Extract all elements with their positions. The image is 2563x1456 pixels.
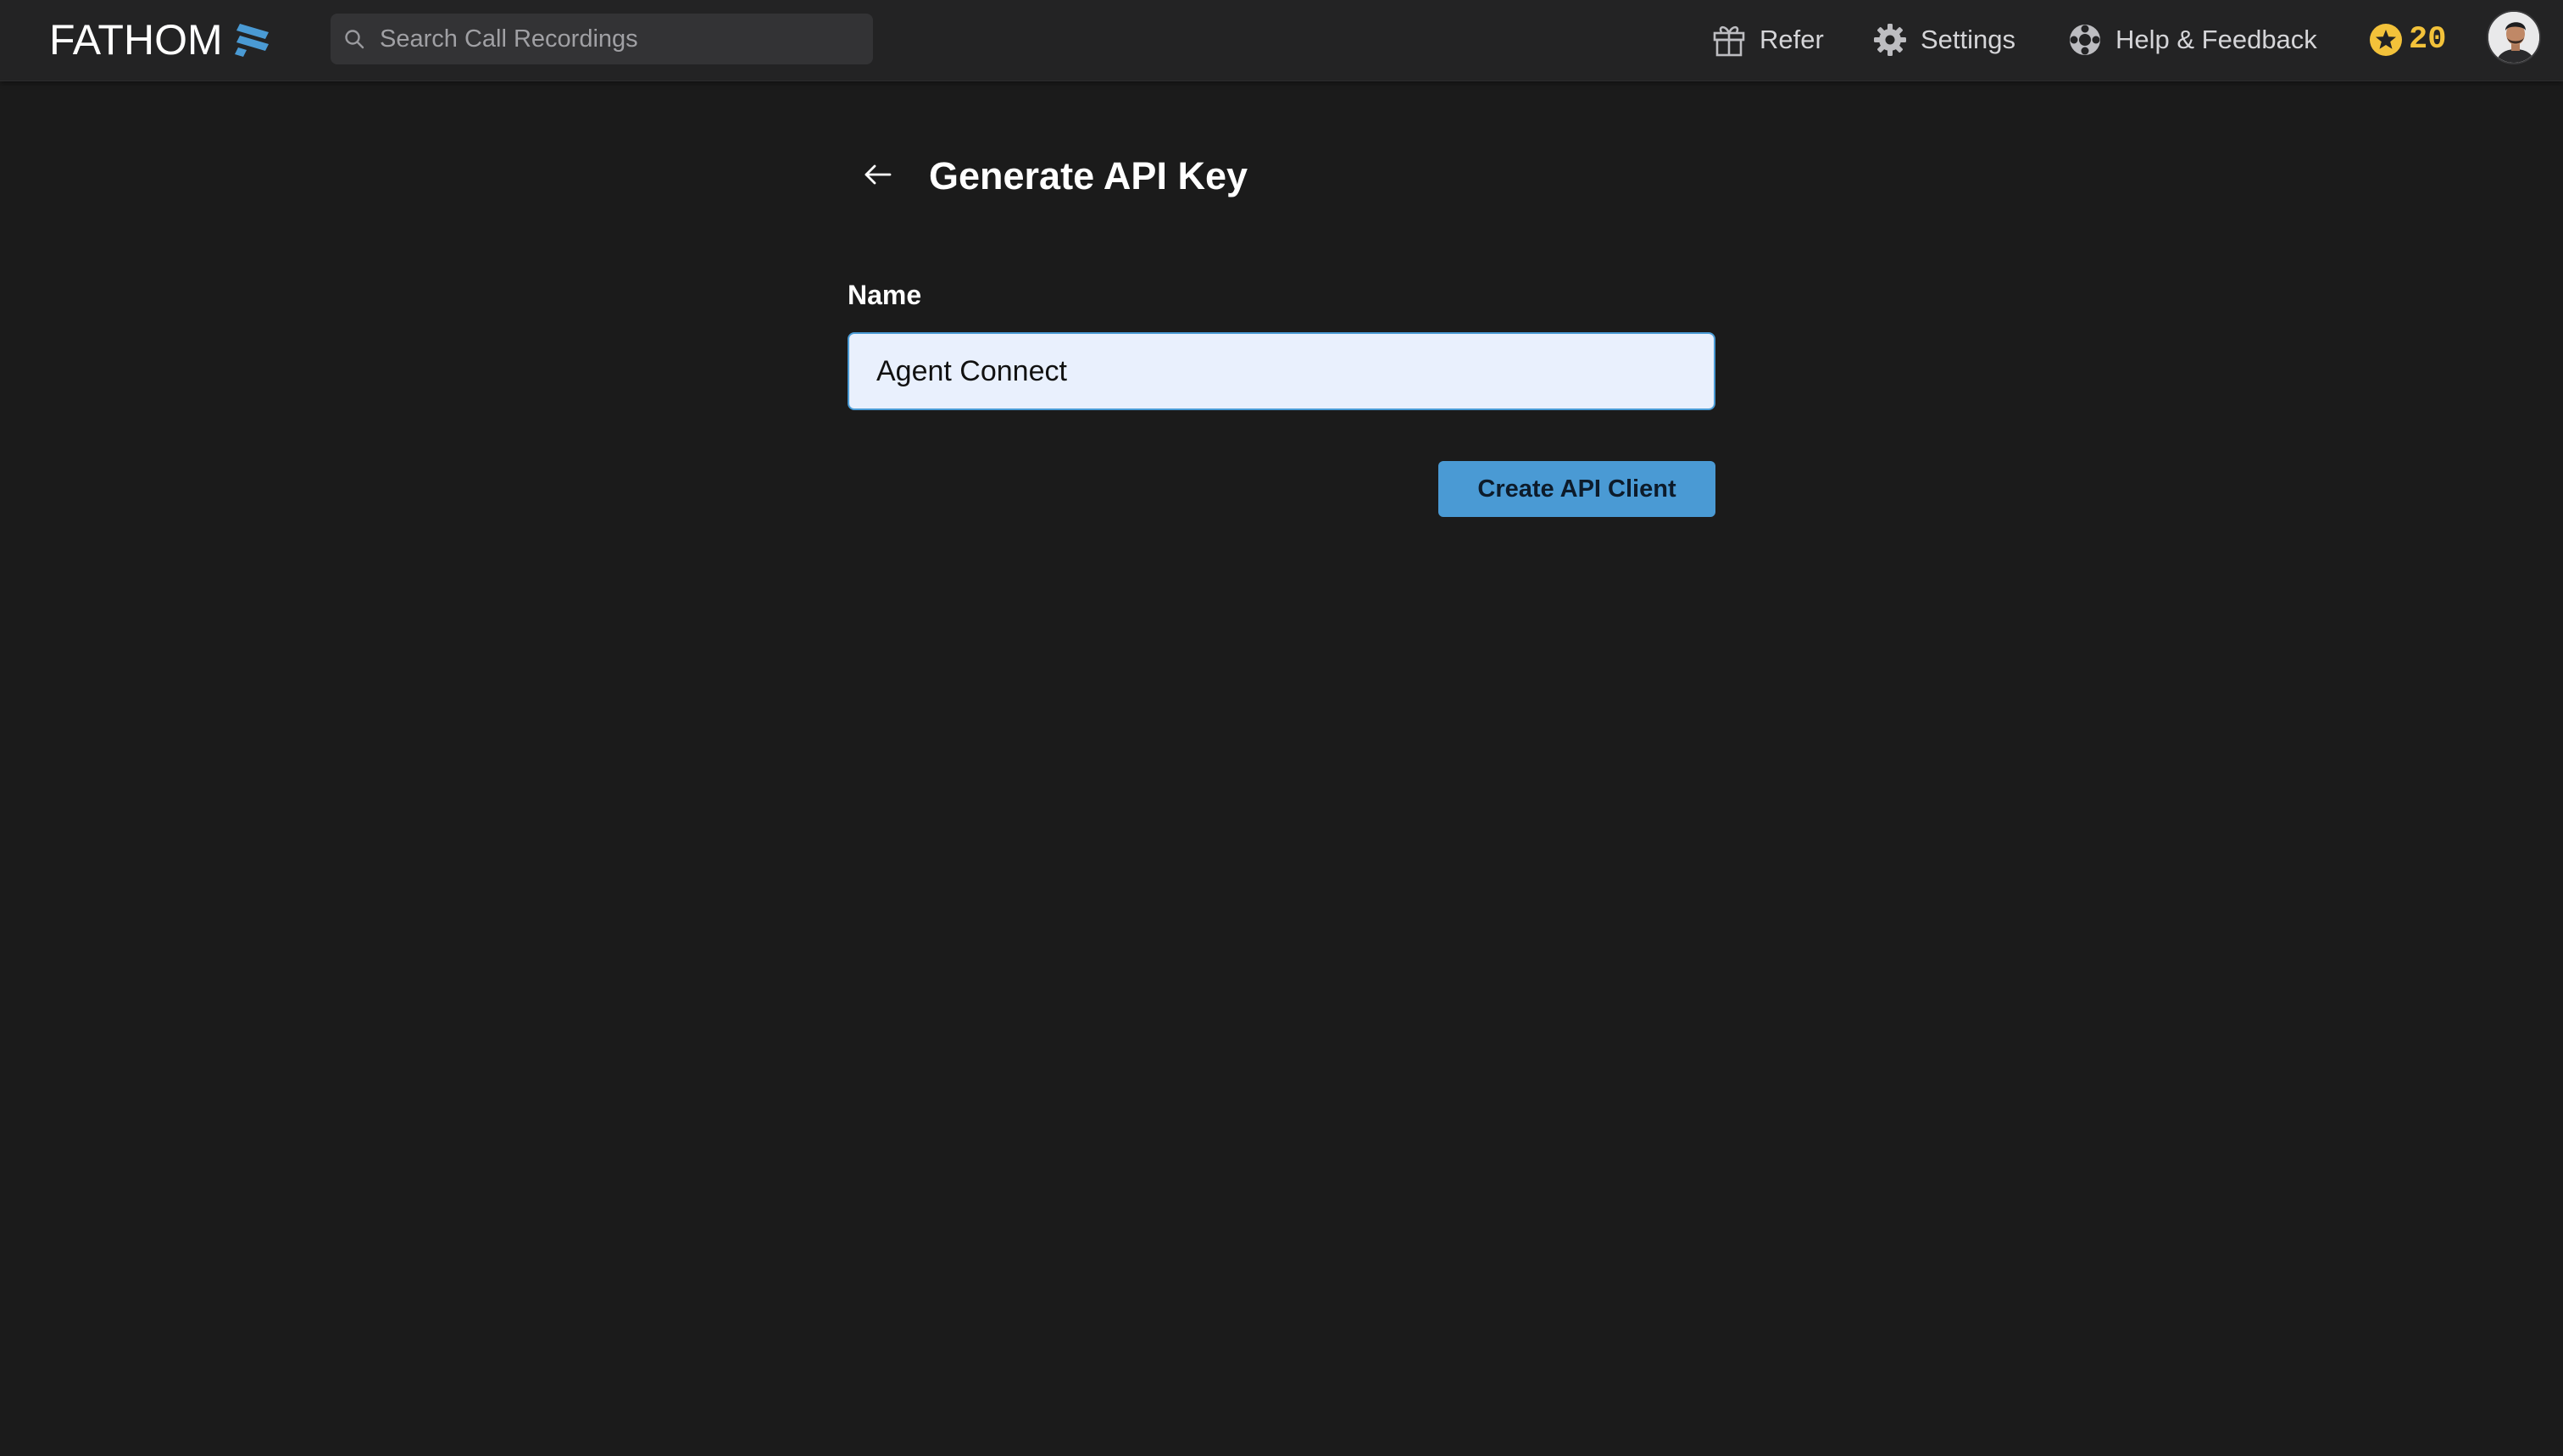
page-title: Generate API Key (929, 154, 1248, 197)
gift-icon (1713, 25, 1745, 57)
search-icon (345, 30, 364, 49)
name-field-label: Name (848, 280, 922, 310)
avatar-image (2488, 12, 2539, 63)
name-input[interactable] (848, 332, 1715, 410)
search-input[interactable] (380, 25, 854, 53)
help-feedback-link[interactable]: Help & Feedback (2066, 17, 2317, 63)
help-feedback-label: Help & Feedback (2115, 25, 2317, 54)
create-api-client-button[interactable]: Create API Client (1438, 461, 1715, 517)
lifebuoy-icon (2070, 25, 2100, 55)
logo-text: FATHOM (49, 16, 223, 64)
settings-label: Settings (1921, 25, 2016, 54)
refer-link[interactable]: Refer (1710, 17, 1824, 63)
user-avatar[interactable] (2487, 10, 2541, 64)
star-coin-icon (2370, 24, 2402, 56)
gear-icon (1874, 24, 1906, 56)
settings-link[interactable]: Settings (1871, 17, 2015, 63)
credits-counter[interactable]: 20 (2368, 17, 2446, 63)
arrow-left-icon (865, 164, 892, 185)
refer-label: Refer (1760, 25, 1824, 54)
credits-value: 20 (2409, 22, 2447, 58)
top-navigation-bar: FATHOM Refer (0, 0, 2563, 81)
fathom-logo-icon (234, 24, 269, 57)
search-bar[interactable] (331, 14, 873, 64)
fathom-logo[interactable]: FATHOM (49, 17, 274, 63)
back-button[interactable] (859, 156, 897, 193)
